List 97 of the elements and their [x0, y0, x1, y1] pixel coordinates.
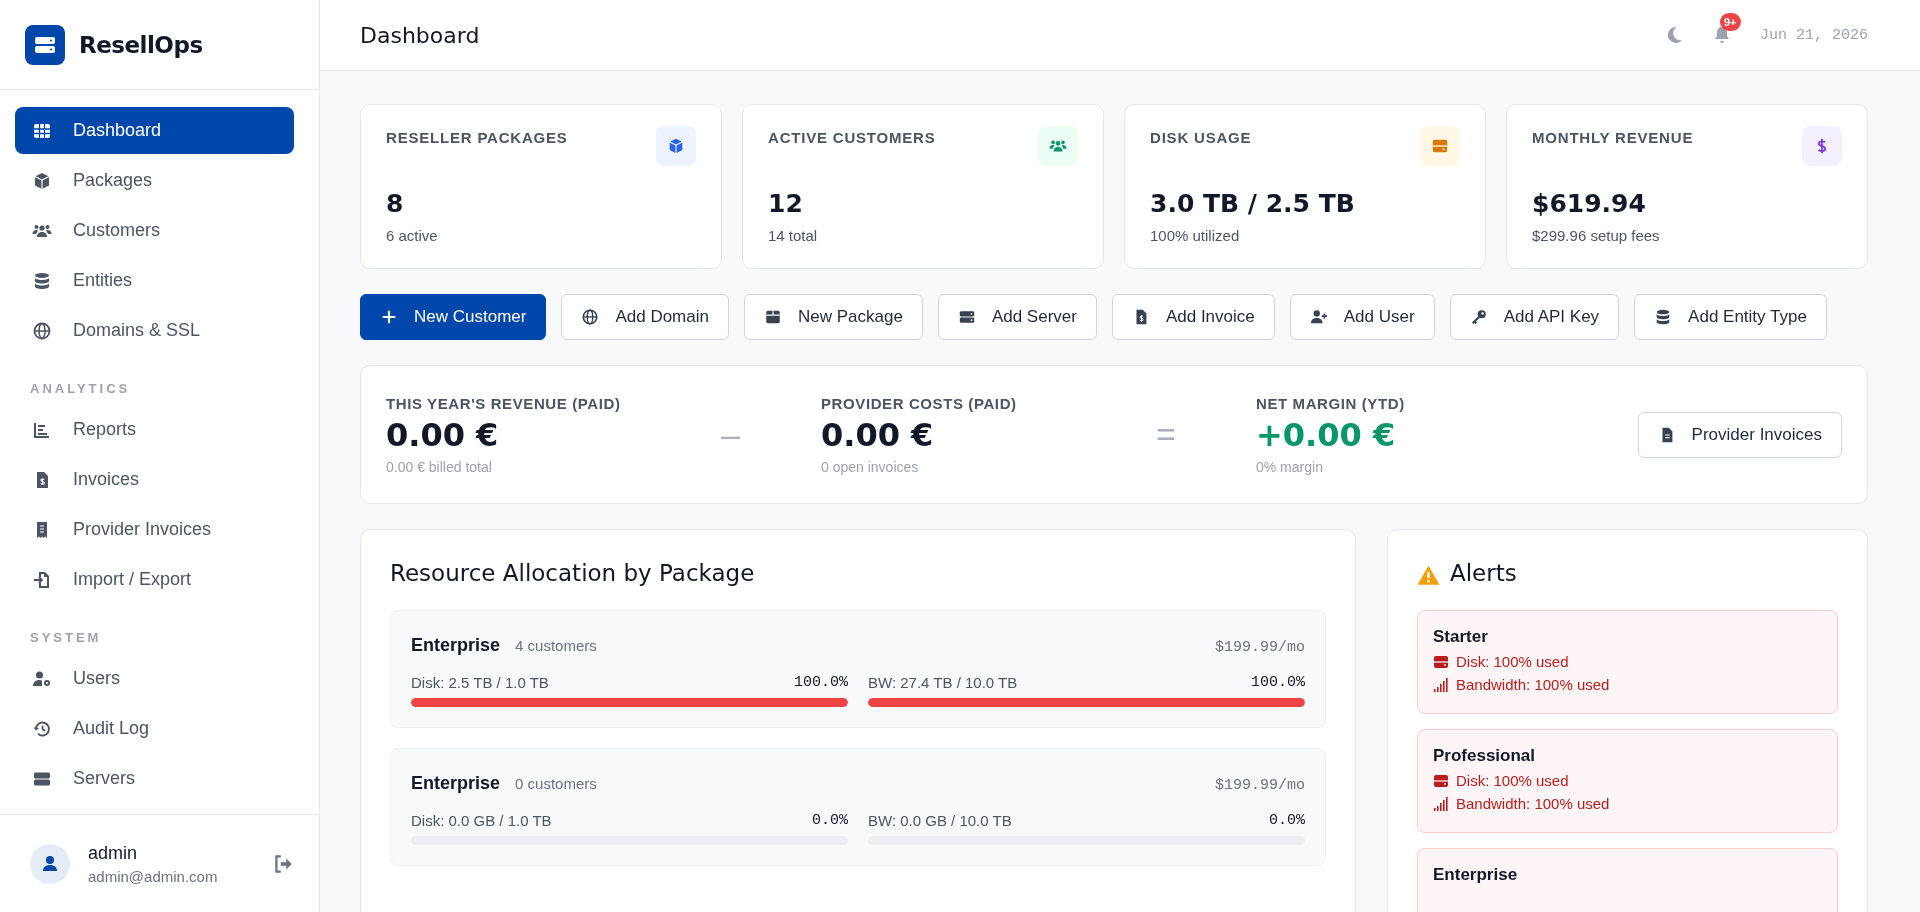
meter-reading: 0.0%: [1269, 812, 1305, 829]
stat-subtext: 14 total: [768, 227, 819, 244]
provider-invoices-button[interactable]: Provider Invoices: [1637, 411, 1842, 458]
brand-name: ResellOps: [79, 31, 203, 58]
customer-count: 0 customers: [515, 775, 597, 792]
action-button[interactable]: New Customer: [360, 294, 547, 340]
sidebar-item[interactable]: Servers: [15, 755, 294, 802]
current-date: Jun 21, 2026: [1759, 26, 1868, 44]
alert-text: Bandwidth: 100% used: [1456, 676, 1610, 693]
action-button[interactable]: Add Server: [937, 294, 1097, 340]
sidebar-item[interactable]: Customers: [15, 207, 294, 254]
alert-text: Disk: 100% used: [1456, 772, 1569, 789]
globe-icon: [581, 308, 600, 326]
sidebar-item[interactable]: Import / Export: [15, 556, 294, 603]
signal-bars-icon: [1433, 676, 1449, 693]
sidebar-item[interactable]: Entities: [15, 257, 294, 304]
logo-icon: [25, 24, 65, 65]
action-button[interactable]: Add Domain: [561, 294, 729, 340]
meter-label: Disk: 2.5 TB / 1.0 TB: [411, 674, 549, 691]
sidebar-item[interactable]: Provider Invoices: [15, 506, 294, 553]
alert-text: Disk: 100% used: [1456, 653, 1569, 670]
meter-reading: 100.0%: [794, 674, 848, 691]
panel-title: Alerts: [1450, 560, 1517, 586]
box-icon: [656, 126, 696, 166]
metric-label: THIS YEAR'S REVENUE (PAID): [386, 394, 622, 412]
action-button[interactable]: Add Invoice: [1111, 294, 1275, 340]
alert-name: Professional: [1433, 746, 1537, 766]
meter-label: BW: 0.0 GB / 10.0 TB: [868, 812, 1012, 829]
user-name: admin: [88, 842, 139, 864]
metric-subtext: 0.00 € billed total: [386, 458, 493, 475]
stat-value: 3.0 TB / 2.5 TB: [1150, 189, 1356, 218]
notification-badge: 9+: [1719, 13, 1741, 31]
import-icon: [32, 569, 52, 590]
stat-label: DISK USAGE: [1150, 129, 1252, 146]
useradd-icon: [1309, 308, 1328, 326]
section-heading: ANALYTICS: [30, 381, 132, 396]
logout-icon[interactable]: [272, 852, 294, 875]
action-button[interactable]: Add Entity Type: [1634, 294, 1827, 340]
operator-sign: =: [1156, 415, 1177, 454]
db-icon: [32, 270, 52, 291]
stat-value: 12: [768, 189, 804, 218]
metric-value: 0.00 €: [821, 415, 935, 454]
sidebar-item[interactable]: Users: [15, 655, 294, 702]
server-icon: [1420, 126, 1460, 166]
action-button[interactable]: Add User: [1289, 294, 1435, 340]
meter-reading: 0.0%: [812, 812, 848, 829]
metric-subtext: 0 open invoices: [821, 458, 920, 475]
server-icon: [957, 308, 976, 326]
stat-value: $619.94: [1532, 189, 1647, 218]
sidebar-item[interactable]: Packages: [15, 157, 294, 204]
action-button[interactable]: Add API Key: [1449, 294, 1620, 340]
package-price: $199.99/mo: [1215, 777, 1305, 794]
plus-icon: [380, 308, 398, 326]
alert-name: Enterprise: [1433, 865, 1519, 885]
stat-subtext: 100% utilized: [1150, 227, 1241, 244]
metric-value: 0.00 €: [386, 415, 500, 454]
package-name: Enterprise: [411, 635, 501, 656]
sidebar-item[interactable]: Audit Log: [15, 705, 294, 752]
avatar-icon: [30, 843, 70, 884]
operator-sign: –: [721, 415, 741, 454]
stat-subtext: 6 active: [386, 227, 439, 244]
drive-icon: [1433, 653, 1449, 670]
alert-name: Starter: [1433, 627, 1489, 647]
stat-label: RESELLER PACKAGES: [386, 129, 568, 146]
stat-label: ACTIVE CUSTOMERS: [768, 129, 936, 146]
meter-reading: 100.0%: [1251, 674, 1305, 691]
package-price: $199.99/mo: [1215, 639, 1305, 656]
box-icon: [764, 308, 782, 326]
action-button[interactable]: New Package: [744, 294, 923, 340]
panel-title: Resource Allocation by Package: [390, 560, 756, 586]
warning-icon: [1417, 563, 1440, 587]
sidebar-item[interactable]: Dashboard: [15, 107, 294, 154]
customer-count: 4 customers: [515, 637, 597, 654]
drive-icon: [1433, 772, 1449, 789]
meter-label: Disk: 0.0 GB / 1.0 TB: [411, 812, 552, 829]
metric-value: +0.00 €: [1256, 415, 1397, 454]
stat-subtext: $299.96 setup fees: [1532, 227, 1661, 244]
globe-icon: [32, 320, 52, 341]
section-heading: SYSTEM: [30, 630, 103, 645]
alert-text: Bandwidth: 100% used: [1456, 795, 1610, 812]
metric-subtext: 0% margin: [1256, 458, 1324, 475]
dollar-icon: [1802, 126, 1842, 166]
page-title: Dashboard: [360, 22, 480, 48]
stat-label: MONTHLY REVENUE: [1532, 129, 1694, 146]
sidebar-item[interactable]: Invoices: [15, 456, 294, 503]
sidebar-item[interactable]: Domains & SSL: [15, 307, 294, 354]
stat-value: 8: [386, 189, 405, 218]
user-email: admin@admin.com: [88, 867, 219, 885]
metric-label: NET MARGIN (YTD): [1256, 394, 1406, 412]
box-icon: [32, 170, 52, 191]
metric-label: PROVIDER COSTS (PAID): [821, 394, 1018, 412]
users-icon: [1038, 126, 1078, 166]
meter-label: BW: 27.4 TB / 10.0 TB: [868, 674, 1018, 691]
key-icon: [1469, 308, 1488, 326]
package-name: Enterprise: [411, 773, 501, 794]
sidebar-item[interactable]: Reports: [15, 406, 294, 453]
signal-bars-icon: [1433, 795, 1449, 812]
